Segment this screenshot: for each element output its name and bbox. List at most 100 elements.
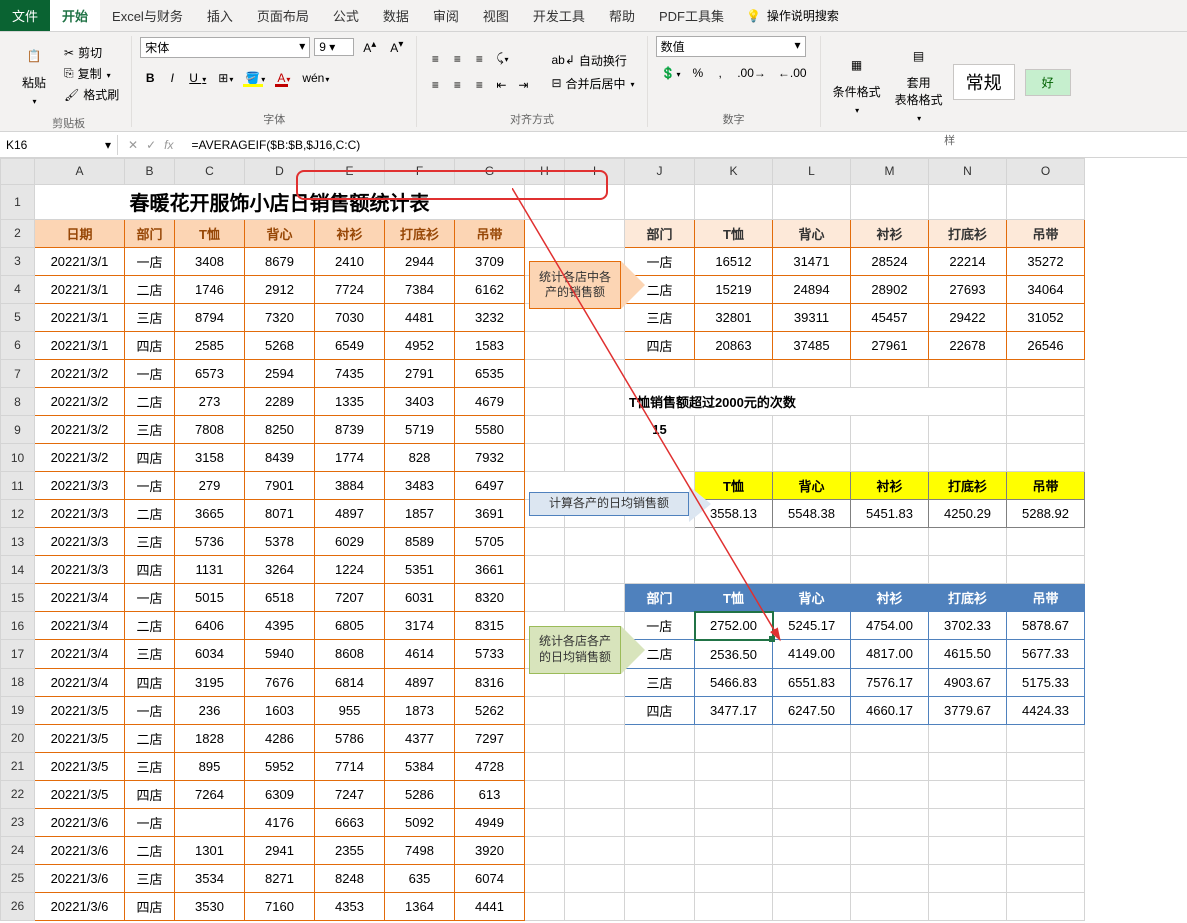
cell-N1[interactable] [929, 184, 1007, 219]
cell-G12[interactable]: 3691 [455, 500, 525, 528]
cell-I1[interactable] [565, 184, 625, 219]
cell-O26[interactable] [1007, 892, 1085, 920]
cell-K1[interactable] [695, 184, 773, 219]
cell-G18[interactable]: 8316 [455, 668, 525, 696]
cell-I10[interactable] [565, 444, 625, 472]
accounting-format-button[interactable]: 💲 [656, 63, 686, 83]
cell-N26[interactable] [929, 892, 1007, 920]
cell-D22[interactable]: 6309 [245, 780, 315, 808]
cell-J19[interactable]: 四店 [625, 696, 695, 724]
cell-B10[interactable]: 四店 [125, 444, 175, 472]
cell-M19[interactable]: 4660.17 [851, 696, 929, 724]
font-color-button[interactable]: A [272, 68, 295, 88]
cell-O21[interactable] [1007, 752, 1085, 780]
cell-B21[interactable]: 三店 [125, 752, 175, 780]
cell-L2[interactable]: 背心 [773, 219, 851, 247]
cell-J24[interactable] [625, 836, 695, 864]
cell-B6[interactable]: 四店 [125, 331, 175, 359]
cell-I13[interactable] [565, 528, 625, 556]
formula-input[interactable]: =AVERAGEIF($B:$B,$J16,C:C) [183, 136, 483, 154]
increase-indent-button[interactable]: ⇥ [513, 75, 533, 95]
cell-F16[interactable]: 3174 [385, 612, 455, 640]
italic-button[interactable]: I [162, 68, 182, 88]
conditional-format-button[interactable]: ▦ 条件格式 [829, 45, 885, 120]
cell-I6[interactable] [565, 331, 625, 359]
cell-G3[interactable]: 3709 [455, 247, 525, 275]
cell-A19[interactable]: 20221/3/5 [35, 696, 125, 724]
cell-L22[interactable] [773, 780, 851, 808]
cell-H19[interactable] [525, 696, 565, 724]
cell-N5[interactable]: 29422 [929, 303, 1007, 331]
cell-N6[interactable]: 22678 [929, 331, 1007, 359]
cell-L18[interactable]: 6551.83 [773, 668, 851, 696]
cell-A7[interactable]: 20221/3/2 [35, 359, 125, 387]
cell-A2[interactable]: 日期 [35, 219, 125, 247]
fill-color-button[interactable]: 🪣 [240, 68, 270, 88]
cell-G5[interactable]: 3232 [455, 303, 525, 331]
tab-home[interactable]: 开始 [50, 0, 100, 31]
cell-J20[interactable] [625, 724, 695, 752]
cell-C20[interactable]: 1828 [175, 724, 245, 752]
cell-C13[interactable]: 5736 [175, 528, 245, 556]
cell-J23[interactable] [625, 808, 695, 836]
cell-K26[interactable] [695, 892, 773, 920]
cell-E18[interactable]: 6814 [315, 668, 385, 696]
cell-C10[interactable]: 3158 [175, 444, 245, 472]
cell-H20[interactable] [525, 724, 565, 752]
tab-layout[interactable]: 页面布局 [245, 0, 321, 31]
cell-O4[interactable]: 34064 [1007, 275, 1085, 303]
cell-A18[interactable]: 20221/3/4 [35, 668, 125, 696]
cell-F12[interactable]: 1857 [385, 500, 455, 528]
cell-B23[interactable]: 一店 [125, 808, 175, 836]
cell-L14[interactable] [773, 556, 851, 584]
cell-K13[interactable] [695, 528, 773, 556]
cell-L3[interactable]: 31471 [773, 247, 851, 275]
cell-G10[interactable]: 7932 [455, 444, 525, 472]
cell-N9[interactable] [929, 416, 1007, 444]
cell-B24[interactable]: 二店 [125, 836, 175, 864]
cell-N15[interactable]: 打底衫 [929, 584, 1007, 612]
cell-O22[interactable] [1007, 780, 1085, 808]
cell-B12[interactable]: 二店 [125, 500, 175, 528]
cell-E22[interactable]: 7247 [315, 780, 385, 808]
cell-M22[interactable] [851, 780, 929, 808]
cell-H1[interactable] [525, 184, 565, 219]
cell-I8[interactable] [565, 388, 625, 416]
cell-F18[interactable]: 4897 [385, 668, 455, 696]
cell-F19[interactable]: 1873 [385, 696, 455, 724]
align-top-button[interactable]: ≡ [425, 49, 445, 69]
cell-F11[interactable]: 3483 [385, 472, 455, 500]
cell-K23[interactable] [695, 808, 773, 836]
col-header-I[interactable]: I [565, 159, 625, 185]
cell-A11[interactable]: 20221/3/3 [35, 472, 125, 500]
cell-L10[interactable] [773, 444, 851, 472]
row-header-20[interactable]: 20 [1, 724, 35, 752]
cell-F3[interactable]: 2944 [385, 247, 455, 275]
cell-K5[interactable]: 32801 [695, 303, 773, 331]
cell-O15[interactable]: 吊带 [1007, 584, 1085, 612]
cell-G9[interactable]: 5580 [455, 416, 525, 444]
row-header-23[interactable]: 23 [1, 808, 35, 836]
cell-C9[interactable]: 7808 [175, 416, 245, 444]
bold-button[interactable]: B [140, 68, 160, 88]
cell-G21[interactable]: 4728 [455, 752, 525, 780]
cell-F15[interactable]: 6031 [385, 584, 455, 612]
cell-O18[interactable]: 5175.33 [1007, 668, 1085, 696]
cell-M25[interactable] [851, 864, 929, 892]
cell-D5[interactable]: 7320 [245, 303, 315, 331]
row-header-2[interactable]: 2 [1, 219, 35, 247]
cell-L21[interactable] [773, 752, 851, 780]
cell-F2[interactable]: 打底衫 [385, 219, 455, 247]
row-header-26[interactable]: 26 [1, 892, 35, 920]
cell-C12[interactable]: 3665 [175, 500, 245, 528]
col-header-C[interactable]: C [175, 159, 245, 185]
cell-E3[interactable]: 2410 [315, 247, 385, 275]
cell-M7[interactable] [851, 359, 929, 387]
cell-E23[interactable]: 6663 [315, 808, 385, 836]
cell-C11[interactable]: 279 [175, 472, 245, 500]
tab-formula[interactable]: 公式 [321, 0, 371, 31]
cell-B26[interactable]: 四店 [125, 892, 175, 920]
cell-E26[interactable]: 4353 [315, 892, 385, 920]
cell-H8[interactable] [525, 388, 565, 416]
cell-L12[interactable]: 5548.38 [773, 500, 851, 528]
